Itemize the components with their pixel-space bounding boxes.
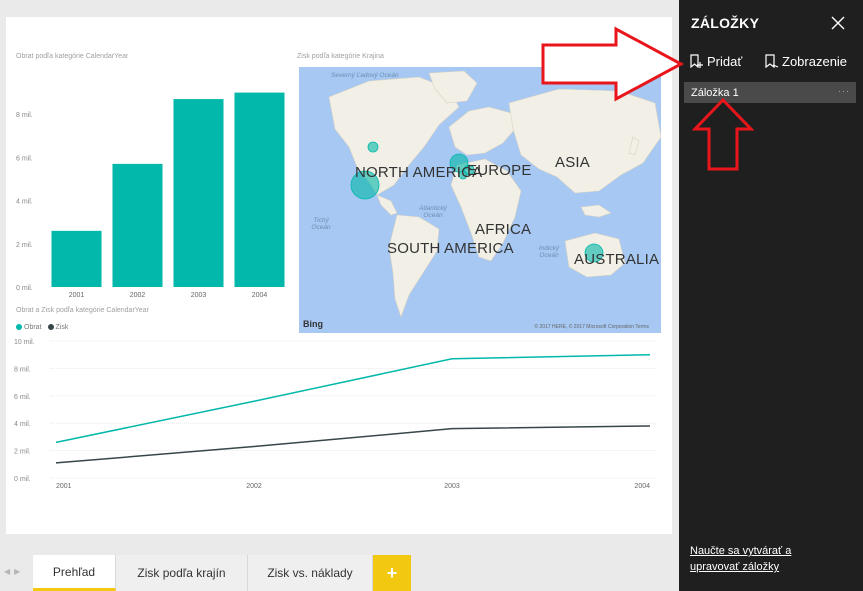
pane-title: ZÁLOŽKY <box>691 15 760 31</box>
continent-label-africa: AFRICA <box>475 221 532 238</box>
bar-y-tick-label: 0 mil. <box>16 285 33 292</box>
more-options-icon[interactable]: ··· <box>838 86 850 96</box>
bar-2004[interactable] <box>234 92 285 287</box>
line-series-obrat[interactable] <box>55 353 651 444</box>
line-x-tick-label: 2003 <box>444 483 460 490</box>
page-tab-bar: ◀▶ Prehľad Zisk podľa krajín Zisk vs. ná… <box>0 553 679 591</box>
bar-2003[interactable] <box>173 99 224 287</box>
bar-chart-title: Obrat podľa kategórie CalendarYear <box>16 53 129 60</box>
bar-x-tick-label: 2004 <box>252 292 268 299</box>
map-visual[interactable]: Severný Ľadový Oceán NORTH AMERICA EUROP… <box>299 67 661 333</box>
bar-2002[interactable] <box>112 163 163 287</box>
bar-y-tick-label: 8 mil. <box>16 112 33 119</box>
ocean-label-arctic: Severný Ľadový Oceán <box>331 72 399 79</box>
view-bookmarks-button[interactable]: Zobrazenie <box>763 53 847 69</box>
add-bookmark-label: Pridať <box>707 53 743 69</box>
view-bookmark-icon <box>765 54 779 69</box>
bookmark-item-label: Záložka 1 <box>691 86 739 99</box>
line-x-tick-label: 2001 <box>56 483 72 490</box>
line-chart[interactable]: 0 mil. 2 mil. 4 mil. 6 mil. 8 mil. 10 mil. 200… <box>14 337 660 517</box>
line-chart-title: Obrat a Zisk podľa kategórie CalendarYea… <box>16 307 149 314</box>
continent-label-asia: ASIA <box>555 154 590 171</box>
view-bookmarks-label: Zobrazenie <box>782 53 848 69</box>
add-page-button[interactable]: + <box>373 555 411 591</box>
line-y-tick-label: 2 mil. <box>14 449 31 456</box>
tab-zisk-podla-krajin[interactable]: Zisk podľa krajín <box>116 555 248 591</box>
bing-logo: Bing <box>303 319 323 329</box>
continent-label-south-america: SOUTH AMERICA <box>387 240 514 257</box>
bar-x-tick-label: 2001 <box>69 292 85 299</box>
bar-x-tick-label: 2003 <box>191 292 207 299</box>
line-chart-legend: Obrat Zisk <box>16 324 68 331</box>
add-bookmark-button[interactable]: Pridať <box>688 53 742 69</box>
add-bookmark-icon <box>690 54 703 69</box>
bar-chart[interactable]: 0 mil. 2 mil. 4 mil. 6 mil. 8 mil. 2001 2002 20… <box>14 63 296 303</box>
map-title: Zisk podľa kategórie Krajina <box>297 53 384 60</box>
close-icon[interactable] <box>830 15 846 31</box>
bar-y-tick-label: 6 mil. <box>16 155 33 162</box>
line-y-tick-label: 8 mil. <box>14 366 31 373</box>
continent-label-europe: EUROPE <box>467 162 532 179</box>
tab-prehlad[interactable]: Prehľad <box>33 555 116 591</box>
line-y-tick-label: 10 mil. <box>14 339 35 346</box>
bookmarks-pane: ZÁLOŽKY Pridať Zobrazenie Záložka 1 ··· … <box>679 0 863 591</box>
legend-item-zisk[interactable]: Zisk <box>47 324 68 331</box>
line-y-tick-label: 0 mil. <box>14 476 31 483</box>
bar-x-tick-label: 2002 <box>130 292 146 299</box>
legend-item-obrat[interactable]: Obrat <box>16 324 42 331</box>
line-y-tick-label: 4 mil. <box>14 421 31 428</box>
learn-bookmarks-link[interactable]: Naučte sa vytvárať a upravovať záložky <box>690 543 791 575</box>
continent-label-north-america: NORTH AMERICA <box>355 164 483 181</box>
tab-zisk-vs-naklady[interactable]: Zisk vs. náklady <box>248 555 373 591</box>
bar-y-tick-label: 2 mil. <box>16 242 33 249</box>
tab-scroll-arrows[interactable]: ◀▶ <box>4 567 24 576</box>
line-series-zisk[interactable] <box>55 425 651 464</box>
continent-label-australia: AUSTRALIA <box>574 251 660 268</box>
world-landmass <box>328 70 661 318</box>
line-x-tick-label: 2004 <box>634 483 650 490</box>
report-canvas: Obrat podľa kategórie CalendarYear 0 mil… <box>6 17 672 534</box>
ocean-label-atlantic: Atlantický Oceán <box>419 205 447 219</box>
ocean-label-pacific: Tichý Oceán <box>311 217 331 231</box>
line-x-tick-label: 2002 <box>246 483 262 490</box>
bookmark-item[interactable]: Záložka 1 ··· <box>684 82 856 103</box>
ocean-label-indian: Indický Oceán <box>538 245 560 259</box>
line-y-tick-label: 6 mil. <box>14 394 31 401</box>
map-copyright: © 2017 HERE, © 2017 Microsoft Corporatio… <box>534 324 649 330</box>
bar-2001[interactable] <box>51 230 102 287</box>
bar-y-tick-label: 4 mil. <box>16 199 33 206</box>
